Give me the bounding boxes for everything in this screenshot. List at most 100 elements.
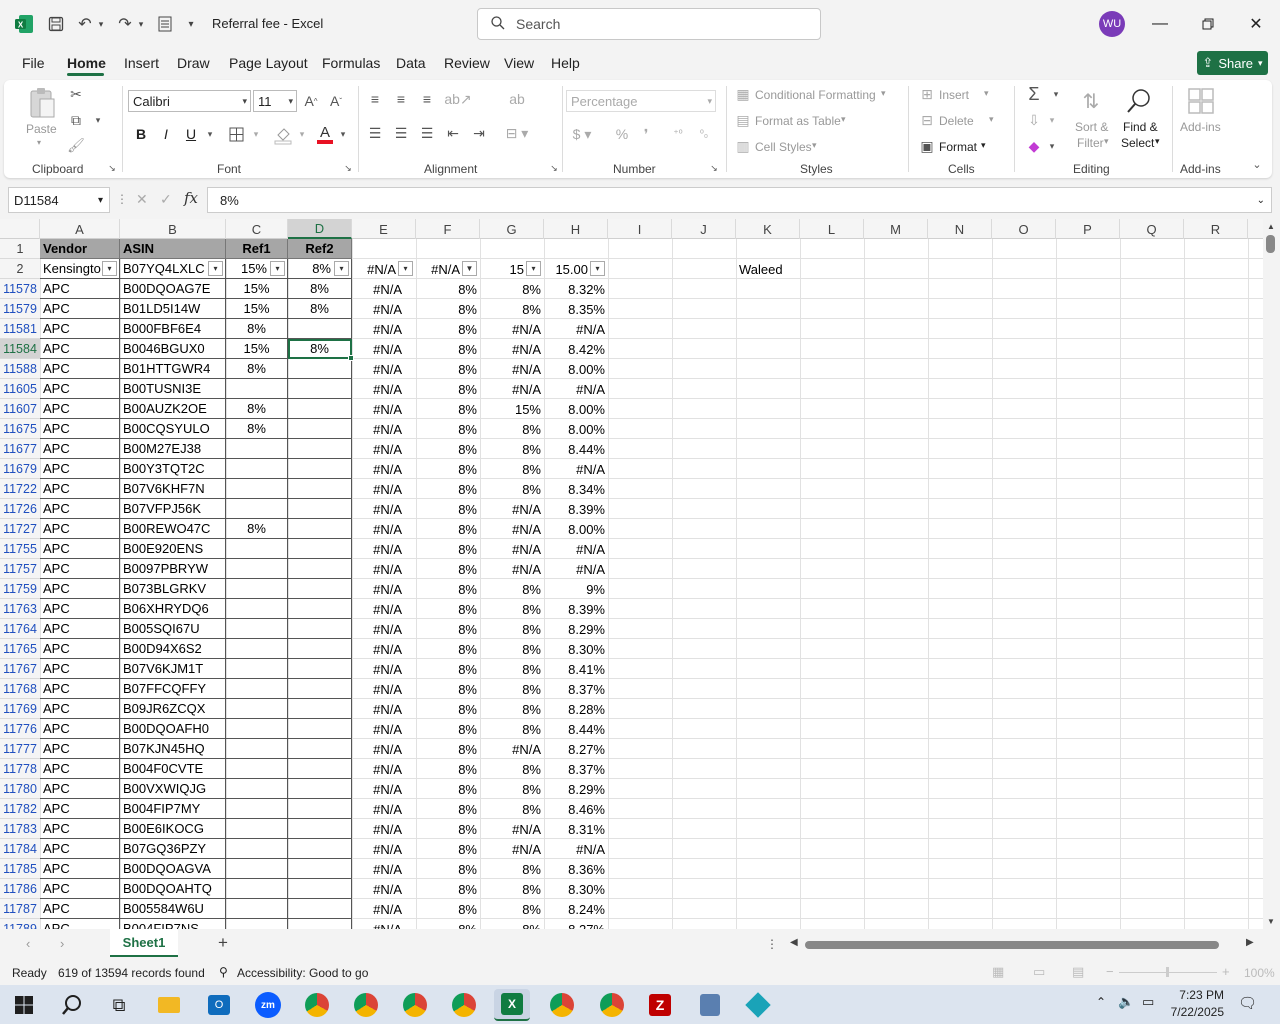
row-header[interactable]: 11727 [0,519,40,539]
table-cell[interactable] [288,699,352,719]
table-cell[interactable]: APC [40,679,120,699]
table-cell[interactable]: B07VFPJ56K [120,499,226,519]
table-cell[interactable] [288,539,352,559]
table-cell[interactable] [226,899,288,919]
clock-date[interactable]: 7/22/2025 [1166,1005,1224,1019]
table-cell[interactable] [226,499,288,519]
table-cell[interactable]: 8.28% [544,699,608,719]
table-cell[interactable] [288,319,352,339]
table-cell[interactable]: B00M27EJ38 [120,439,226,459]
table-cell[interactable]: B00TUSNI3E [120,379,226,399]
table-cell[interactable]: #N/A [480,559,544,579]
zoom-in-icon[interactable]: + [1222,964,1230,979]
table-cell[interactable]: APC [40,379,120,399]
table-cell[interactable] [288,799,352,819]
table-cell[interactable]: 8.37% [544,679,608,699]
align-center-icon[interactable]: ☰ [392,124,410,142]
column-header-l[interactable]: L [800,219,864,239]
table-cell[interactable]: #N/A [352,859,416,879]
table-cell[interactable]: 8% [416,879,480,899]
table-cell[interactable]: #N/A [352,559,416,579]
filter-dropdown-button[interactable]: ▾ [208,261,223,276]
select-dropdown-icon[interactable]: ▾ [1155,136,1160,147]
table-cell[interactable]: APC [40,719,120,739]
row-header[interactable]: 11578 [0,279,40,299]
table-cell[interactable] [226,819,288,839]
table-cell[interactable]: 8% [416,539,480,559]
add-sheet-icon[interactable]: + [218,933,228,953]
table-cell[interactable] [288,679,352,699]
table-cell[interactable]: 8% [480,919,544,930]
filter-label[interactable]: Filter [1077,136,1104,150]
table-cell[interactable]: B00VXWIQJG [120,779,226,799]
table-cell[interactable]: 8% [416,839,480,859]
row-header[interactable]: 11677 [0,439,40,459]
table-cell[interactable]: #N/A [544,559,608,579]
menu-formulas[interactable]: Formulas [322,55,380,71]
column-header-g[interactable]: G [480,219,544,239]
table-cell[interactable]: 8.00% [544,519,608,539]
table-cell[interactable]: B01LD5I14W [120,299,226,319]
table-cell[interactable]: APC [40,359,120,379]
user-avatar[interactable]: WU [1099,11,1125,37]
table-cell[interactable]: B07V6KJM1T [120,659,226,679]
table-cell[interactable]: APC [40,479,120,499]
format-dropdown-icon[interactable]: ▾ [981,140,986,151]
table-cell[interactable] [226,659,288,679]
number-format-combo[interactable]: Percentage ▾ [566,90,716,112]
filter-dropdown-button[interactable]: ▼ [462,261,477,276]
table-cell[interactable]: 8.46% [544,799,608,819]
table-cell[interactable]: #N/A [352,339,416,359]
filter-dropdown-button[interactable]: ▾ [526,261,541,276]
header-cell-d[interactable]: Ref2 [288,239,352,259]
table-cell[interactable]: 8% [480,879,544,899]
row-header[interactable]: 11588 [0,359,40,379]
row-header[interactable]: 11607 [0,399,40,419]
menu-file[interactable]: File [22,55,45,71]
table-cell[interactable] [226,559,288,579]
table-cell[interactable]: 8% [480,579,544,599]
number-launcher-icon[interactable]: ↘ [708,162,720,174]
table-cell[interactable]: 8% [416,739,480,759]
table-cell[interactable]: #N/A [352,459,416,479]
font-launcher-icon[interactable]: ↘ [342,162,354,174]
row-header[interactable]: 2 [0,259,40,279]
table-cell[interactable]: 8.27% [544,919,608,930]
table-cell[interactable] [226,879,288,899]
column-header-f[interactable]: F [416,219,480,239]
table-cell[interactable]: APC [40,559,120,579]
format-cells-label[interactable]: Format [939,140,977,154]
filter-dropdown-button[interactable]: ▾ [590,261,605,276]
table-cell[interactable]: 8.41% [544,659,608,679]
speaker-icon[interactable]: 🔈 [1118,994,1134,1010]
column-header-a[interactable]: A [40,219,120,239]
table-cell[interactable]: APC [40,319,120,339]
table-cell[interactable] [288,439,352,459]
table-cell[interactable]: 8% [226,319,288,339]
formula-input[interactable]: 8% ⌄ [207,187,1272,213]
more-options-icon[interactable]: ⋮ [116,192,128,206]
restore-icon[interactable] [1193,10,1223,38]
row-header[interactable]: 11675 [0,419,40,439]
table-cell[interactable]: #N/A [352,399,416,419]
table-cell[interactable]: #N/A [480,839,544,859]
chrome-icon[interactable] [446,989,482,1021]
table-cell[interactable]: APC [40,759,120,779]
table-cell[interactable]: 8% [416,679,480,699]
table-cell[interactable]: B00REWO47C [120,519,226,539]
table-cell[interactable]: 8% [480,699,544,719]
table-cell[interactable]: APC [40,399,120,419]
filter-dropdown-button[interactable]: ▾ [270,261,285,276]
table-cell[interactable]: #N/A [544,539,608,559]
normal-view-icon[interactable]: ▦ [992,964,1004,980]
row-header[interactable]: 11759 [0,579,40,599]
expand-formula-icon[interactable]: ⌄ [1257,195,1265,206]
table-cell[interactable]: 8% [416,619,480,639]
conditional-dropdown-icon[interactable]: ▾ [881,88,886,99]
table-cell[interactable] [288,899,352,919]
table-cell[interactable]: 8.42% [544,339,608,359]
table-cell[interactable]: B004FIP7NS [120,919,226,929]
table-cell[interactable]: B005SQI67U [120,619,226,639]
table-cell[interactable]: #N/A [352,619,416,639]
delete-cells-label[interactable]: Delete [939,114,974,128]
